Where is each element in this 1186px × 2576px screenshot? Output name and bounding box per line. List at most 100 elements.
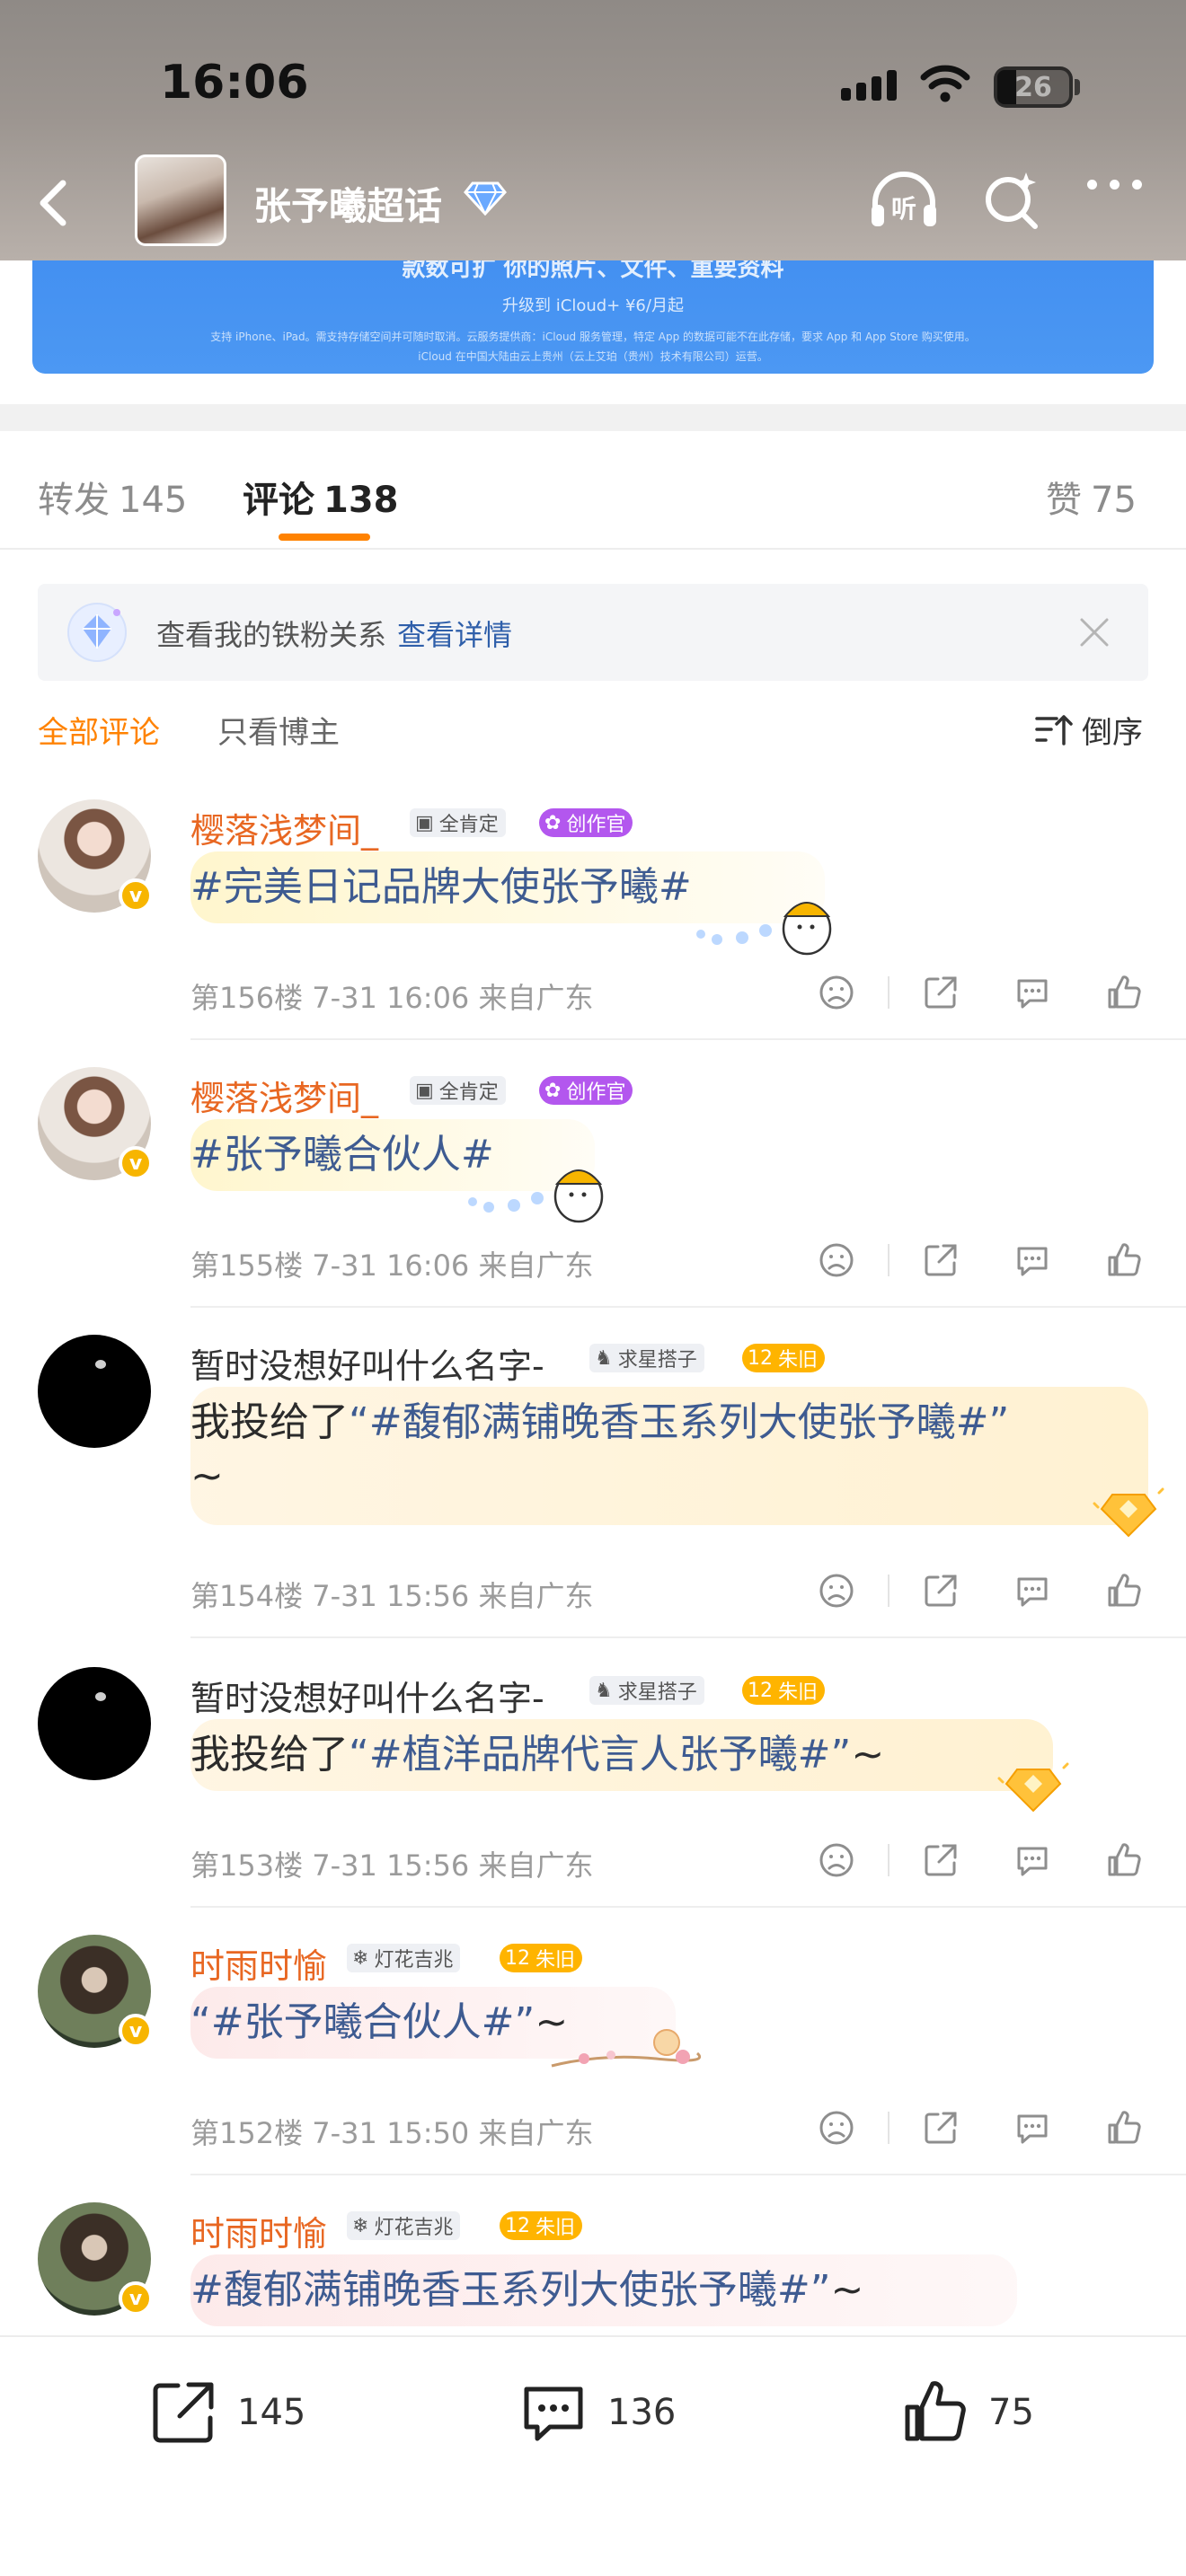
comment-time: 7-31 15:50 [312, 2116, 470, 2150]
reply-button[interactable] [1003, 970, 1062, 1015]
fan-medal-tag[interactable]: ▣ 全肯定 [410, 808, 506, 837]
snowflake-icon: ❄ [352, 2214, 369, 2237]
comment-actions [807, 1568, 1154, 1613]
back-icon[interactable] [27, 171, 81, 235]
page-title[interactable]: 张予曦超话 [253, 176, 442, 231]
battery-level [997, 70, 1016, 104]
wifi-icon [920, 65, 970, 102]
filter-all-comments[interactable]: 全部评论 [38, 708, 160, 752]
comment-divider [190, 1306, 1186, 1308]
search-icon[interactable] [979, 169, 1042, 232]
more-icon[interactable] [1087, 180, 1142, 190]
fan-medal-tag-label: 灯花吉兆 [374, 1949, 454, 1972]
level-tag[interactable]: 12 朱旧 [500, 1944, 583, 1972]
comment-text[interactable]: “#张予曦合伙人#”~ [190, 1996, 568, 2050]
comment-username[interactable]: 樱落浅梦间_ [190, 803, 378, 852]
verified-badge-icon: v [119, 2281, 153, 2316]
duck-sticker-icon [696, 902, 832, 956]
comment-time: 7-31 16:06 [312, 1248, 470, 1283]
comment-text-cont: ~ [190, 1453, 224, 1499]
listen-icon[interactable]: 听 [866, 169, 942, 232]
like-count: 75 [988, 2392, 1034, 2433]
reaction-button[interactable] [807, 1238, 866, 1283]
duck-sticker-icon [468, 1169, 604, 1223]
comment-username[interactable]: 暂时没想好叫什么名字- [190, 1671, 544, 1720]
avatar[interactable] [38, 1667, 151, 1780]
like-button[interactable] [1094, 2105, 1154, 2150]
fan-relation-bar[interactable]: 查看我的铁粉关系 查看详情 [38, 584, 1148, 681]
comment-text[interactable]: #张予曦合伙人# [190, 1128, 494, 1182]
close-icon[interactable] [1076, 614, 1112, 650]
tab-repost[interactable]: 转发 145 [38, 471, 187, 523]
reply-button[interactable] [1003, 1838, 1062, 1883]
fan-relation-link[interactable]: 查看详情 [397, 618, 512, 652]
bottom-repost-button[interactable]: 145 [147, 2377, 305, 2448]
ad-fineprint: 支持 iPhone、iPad。需支持存储空间并可随时取消。云服务提供商：iClo… [210, 331, 976, 343]
share-button[interactable] [911, 970, 970, 1015]
level-tag[interactable]: 12 朱旧 [500, 2211, 583, 2240]
reaction-button[interactable] [807, 1568, 866, 1613]
like-button[interactable] [1094, 1838, 1154, 1883]
comment-topic[interactable]: “#张予曦合伙人#” [190, 1999, 535, 2045]
share-button[interactable] [911, 1238, 970, 1283]
fan-medal-tag[interactable]: ▣ 全肯定 [410, 1076, 506, 1105]
fan-medal-tag[interactable]: ❄ 灯花吉兆 [347, 1944, 461, 1972]
like-button[interactable] [1094, 1568, 1154, 1613]
level-tag[interactable]: 12 朱旧 [742, 1676, 826, 1705]
level-number: 12 [748, 1679, 773, 1702]
fan-medal-tag[interactable]: ❄ 灯花吉兆 [347, 2211, 461, 2240]
comment-topic[interactable]: “#馥郁满铺晚香玉系列大使张予曦#” [349, 1399, 1009, 1445]
reaction-button[interactable] [807, 2105, 866, 2150]
creator-tag[interactable]: ✿ 创作官 [539, 808, 633, 837]
like-button[interactable] [1094, 1238, 1154, 1283]
comment-floor: 第152楼 [190, 2116, 304, 2150]
share-button[interactable] [911, 1838, 970, 1883]
sort-icon[interactable] [1033, 711, 1073, 747]
fan-medal-tag[interactable]: ♞ 求星搭子 [589, 1344, 704, 1372]
comment-text[interactable]: 我投给了“#植洋品牌代言人张予曦#”~ [190, 1728, 884, 1782]
tab-comment[interactable]: 评论 138 [243, 471, 399, 523]
reaction-button[interactable] [807, 970, 866, 1015]
comment-icon [1017, 1577, 1048, 1607]
avatar[interactable] [38, 1335, 151, 1448]
calendar-check-icon: ▣ [415, 811, 434, 834]
comment-username[interactable]: 时雨时愉 [190, 1938, 327, 1988]
reply-button[interactable] [1003, 1568, 1062, 1613]
comment-time: 7-31 15:56 [312, 1579, 470, 1613]
reaction-button[interactable] [807, 1838, 866, 1883]
share-button[interactable] [911, 1568, 970, 1613]
comment-text[interactable]: #馥郁满铺晚香玉系列大使张予曦#”~ [190, 2263, 863, 2317]
comment-username[interactable]: 时雨时愉 [190, 2206, 327, 2255]
bottom-like-button[interactable]: 75 [898, 2377, 1034, 2448]
ad-subline: 升级到 iCloud+ ¥6/月起 [502, 296, 684, 315]
comment-username[interactable]: 暂时没想好叫什么名字- [190, 1338, 544, 1388]
comment-icon [1017, 1847, 1048, 1876]
comment-icon [524, 2386, 583, 2441]
comment-meta: 第154楼 7-31 15:56 来自广东 [190, 1574, 593, 1615]
comment-topic[interactable]: “#植洋品牌代言人张予曦#” [349, 1732, 851, 1778]
comment-actions [807, 970, 1154, 1015]
comment-text[interactable]: 我投给了“#馥郁满铺晚香玉系列大使张予曦#” [190, 1396, 1009, 1450]
comment-actions [807, 1238, 1154, 1283]
comment-meta: 第153楼 7-31 15:56 来自广东 [190, 1843, 593, 1884]
reply-button[interactable] [1003, 1238, 1062, 1283]
filter-author-only[interactable]: 只看博主 [217, 708, 340, 752]
thumbs-up-icon [1108, 1843, 1141, 1876]
reply-button[interactable] [1003, 2105, 1062, 2150]
like-button[interactable] [1094, 970, 1154, 1015]
tab-like-count: 75 [1091, 480, 1137, 521]
supertopic-avatar[interactable] [135, 154, 226, 246]
comment-text[interactable]: #完美日记品牌大使张予曦# [190, 860, 692, 914]
comment-username[interactable]: 樱落浅梦间_ [190, 1071, 378, 1120]
sort-label[interactable]: 倒序 [1082, 708, 1143, 752]
level-tag-label: 朱旧 [535, 2217, 576, 2239]
share-button[interactable] [911, 2105, 970, 2150]
comment-topic[interactable]: #馥郁满铺晚香玉系列大使张予曦#” [190, 2267, 831, 2313]
comment-location: 来自广东 [478, 1248, 594, 1283]
tab-like[interactable]: 赞 75 [1046, 471, 1137, 523]
snowflake-icon: ❄ [352, 1946, 369, 1970]
fan-medal-tag[interactable]: ♞ 求星搭子 [589, 1676, 704, 1705]
creator-tag[interactable]: ✿ 创作官 [539, 1076, 633, 1105]
bottom-comment-button[interactable]: 136 [518, 2377, 676, 2448]
level-tag[interactable]: 12 朱旧 [742, 1344, 826, 1372]
